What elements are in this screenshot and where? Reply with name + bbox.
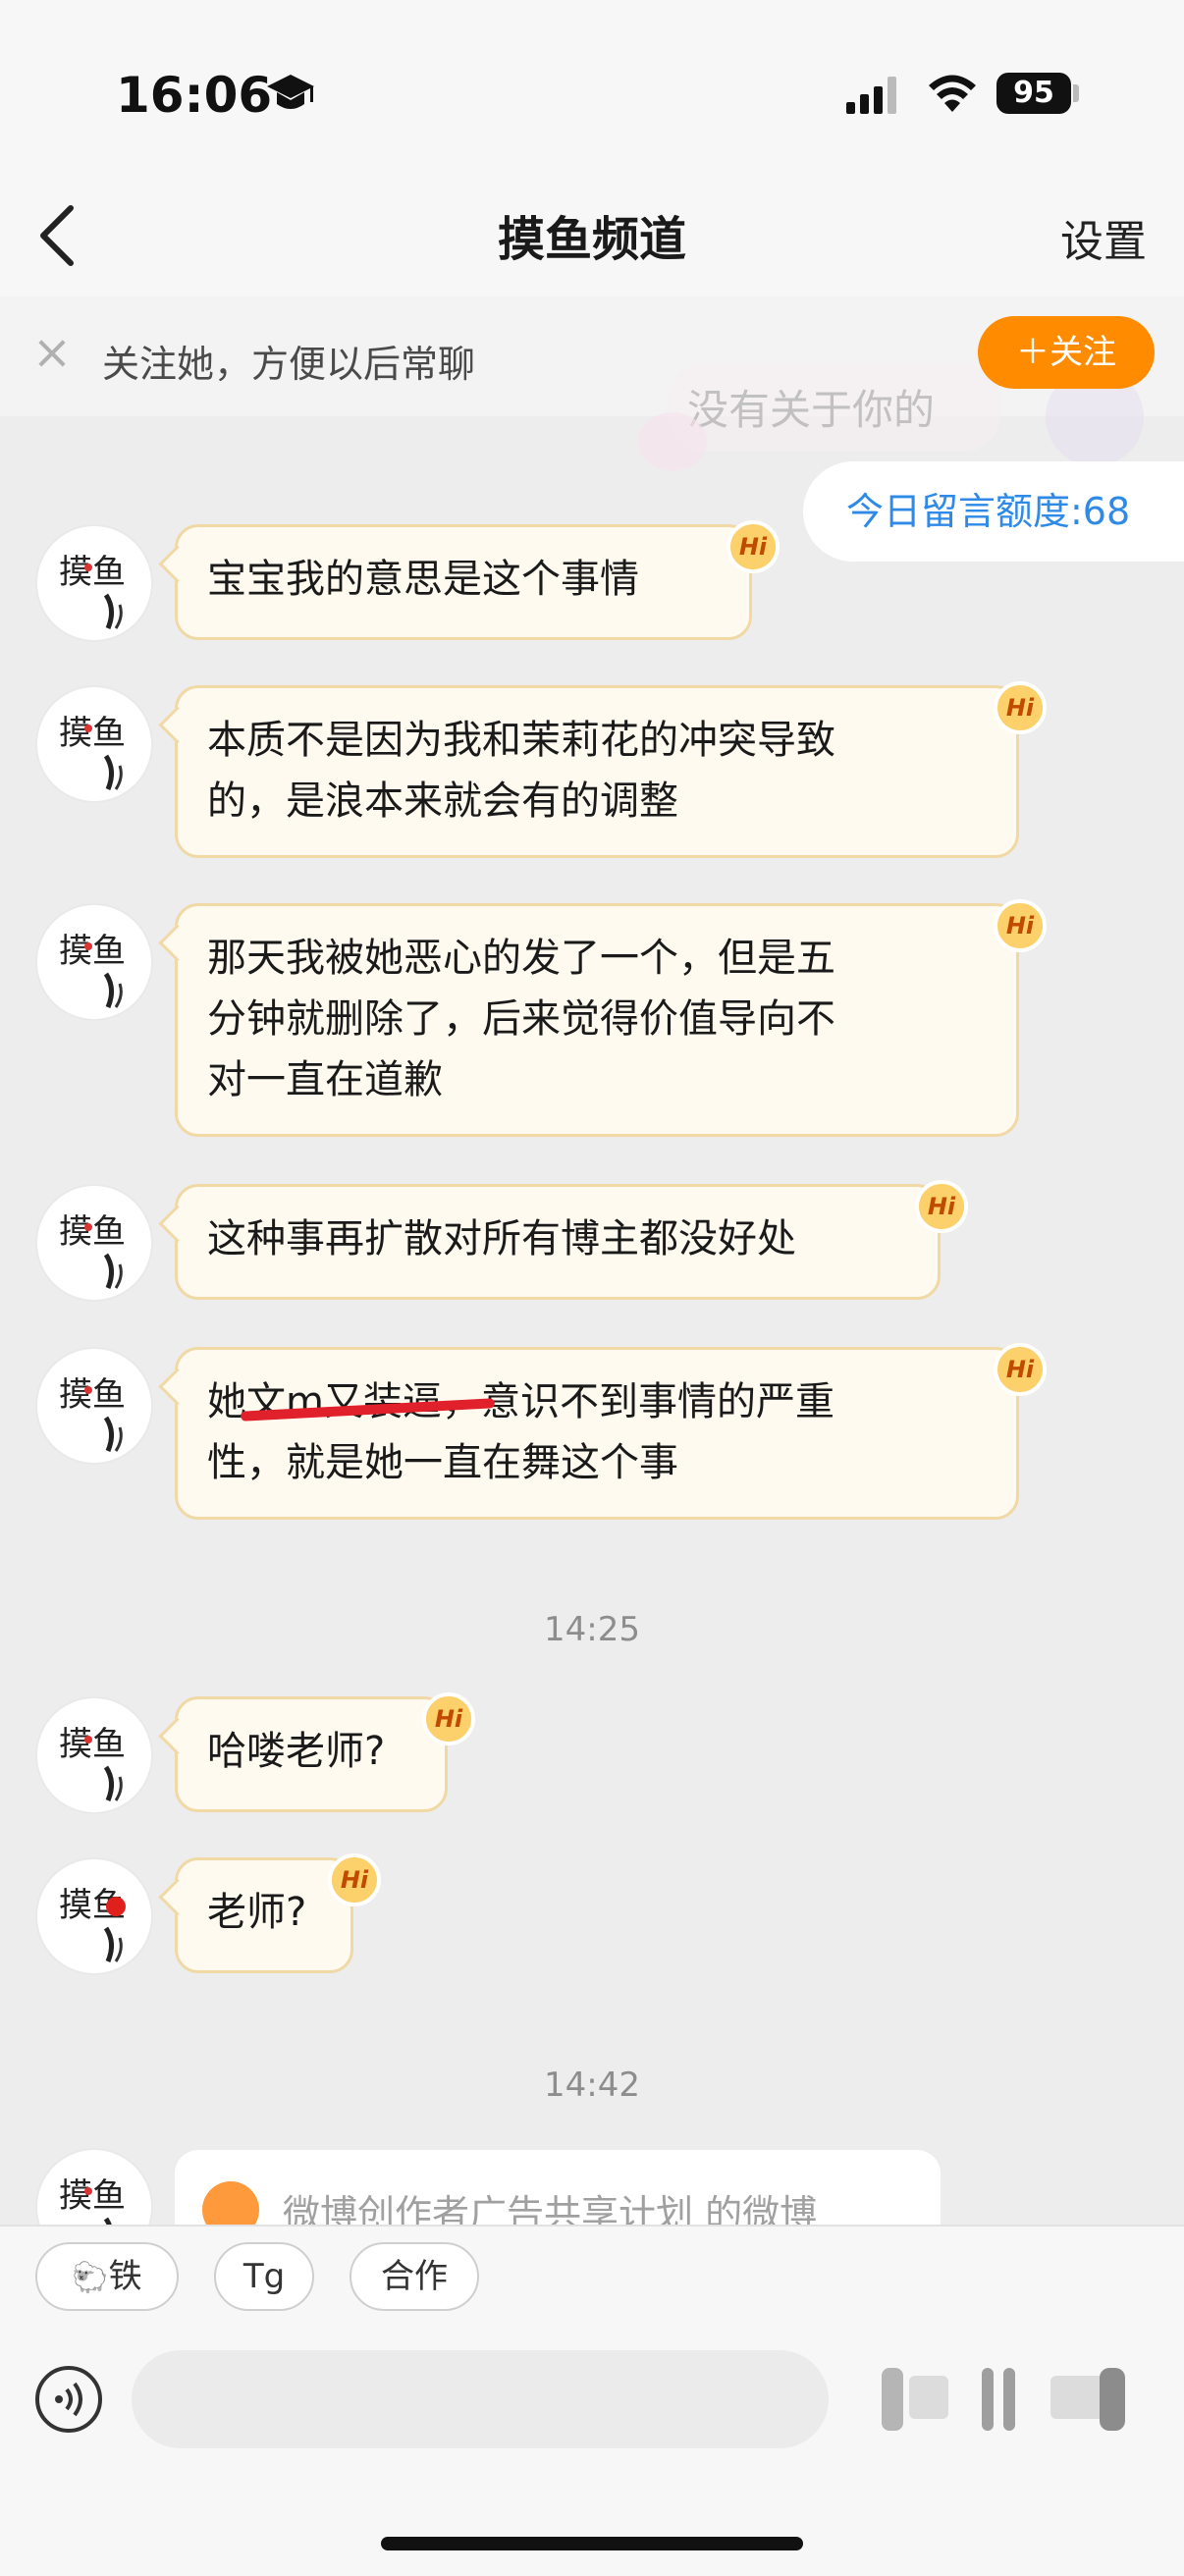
hi-badge-icon: Hi (994, 1343, 1047, 1396)
message-bubble[interactable]: 这种事再扩散对所有博主都没好处 (158, 1184, 941, 1300)
kuromi-sticker-icon (638, 412, 707, 471)
bubble-tail (158, 1205, 196, 1243)
avatar-label: 摸鱼 (59, 2176, 126, 2216)
message-bubble[interactable]: 哈喽老师? (158, 1696, 448, 1812)
avatar-label: 摸鱼 (59, 932, 126, 971)
hi-badge-icon: Hi (994, 681, 1047, 734)
message-text: 宝宝我的意思是这个事情 (207, 557, 639, 602)
avatar[interactable]: 摸鱼 (35, 1347, 153, 1465)
faded-message-text: 没有关于你的 (687, 386, 936, 434)
avatar[interactable]: 摸鱼 (35, 685, 153, 803)
message-text: 本质不是因为我和茉莉花的冲突导致 的，是浪本来就会有的调整 (207, 718, 835, 824)
hi-badge-icon: Hi (328, 1853, 381, 1906)
follow-button[interactable]: ＋关注 (978, 316, 1155, 389)
avatar[interactable]: 摸鱼 (35, 1696, 153, 1814)
home-indicator (381, 2537, 803, 2550)
avatar[interactable]: 摸鱼 (35, 524, 153, 642)
page-title: 摸鱼频道 (497, 212, 686, 267)
voice-input-icon[interactable] (35, 2366, 102, 2433)
avatar-label: 摸鱼 (59, 553, 126, 592)
avatar-label: 摸鱼 (59, 1375, 126, 1415)
settings-button[interactable]: 设置 (1060, 206, 1147, 269)
message-input[interactable] (132, 2350, 829, 2448)
battery-indicator: 95 (996, 73, 1071, 114)
redacted-text: 文m又装逼， (240, 1379, 496, 1424)
status-time: 16:06 (116, 67, 273, 124)
avatar[interactable]: 摸鱼 (35, 1184, 153, 1302)
quick-reply-chip[interactable]: 合作 (350, 2242, 479, 2311)
timestamp: 14:25 (544, 1610, 640, 1649)
bubble-tail (158, 1878, 196, 1916)
message-text: 哈喽老师? (207, 1729, 386, 1774)
hi-badge-icon: Hi (994, 899, 1047, 952)
hi-badge-icon: Hi (727, 520, 780, 573)
follow-banner-text: 关注她，方便以后常聊 (102, 343, 476, 386)
message-text: 那天我被她恶心的发了一个，但是五 分钟就删除了，后来觉得价值导向不 对一直在道歉 (207, 936, 835, 1102)
avatar-label: 摸鱼 (59, 1212, 126, 1252)
graduation-cap-icon (265, 73, 316, 129)
bubble-tail (158, 1368, 196, 1406)
bubble-tail (158, 924, 196, 962)
close-icon[interactable]: × (27, 328, 77, 377)
timestamp: 14:42 (544, 2066, 640, 2105)
avatar[interactable]: 摸鱼 (35, 903, 153, 1021)
bubble-tail (158, 545, 196, 583)
quick-reply-label: 铁 (108, 2257, 142, 2296)
message-text: 老师? (207, 1890, 307, 1935)
message-bubble[interactable]: 宝宝我的意思是这个事情 (158, 524, 752, 640)
quick-reply-chip[interactable]: Tg (214, 2242, 314, 2311)
message-bubble[interactable]: 那天我被她恶心的发了一个，但是五 分钟就删除了，后来觉得价值导向不 对一直在道歉 (158, 903, 1019, 1137)
avatar[interactable]: 摸鱼 (35, 1857, 153, 1975)
bubble-tail (158, 1717, 196, 1755)
battery-tip (1073, 84, 1079, 102)
avatar-label: 摸鱼 (59, 714, 126, 753)
hi-badge-icon: Hi (422, 1692, 475, 1745)
cellular-signal-icon (846, 77, 901, 114)
daily-message-quota: 今日留言额度:68 (803, 461, 1184, 562)
wifi-icon (927, 73, 978, 118)
blurred-toolbar-icons[interactable] (864, 2348, 1158, 2446)
message-bubble[interactable]: 老师? (158, 1857, 353, 1973)
message-bubble[interactable]: 她文m又装逼， 意识不到事情的严重 性，就是她一直在舞这个事 (158, 1347, 1019, 1520)
quick-reply-chip[interactable]: 🐑铁 (35, 2242, 179, 2311)
message-text: 这种事再扩散对所有博主都没好处 (207, 1216, 796, 1261)
sheep-icon: 🐑 (72, 2261, 109, 2295)
message-text-line2: 性，就是她一直在舞这个事 (207, 1440, 678, 1485)
hi-badge-icon: Hi (915, 1180, 968, 1233)
message-bubble[interactable]: 本质不是因为我和茉莉花的冲突导致 的，是浪本来就会有的调整 (158, 685, 1019, 858)
message-text-line1-end: 意识不到事情的严重 (480, 1379, 834, 1424)
avatar-label: 摸鱼 (59, 1725, 126, 1764)
bubble-tail (158, 706, 196, 744)
